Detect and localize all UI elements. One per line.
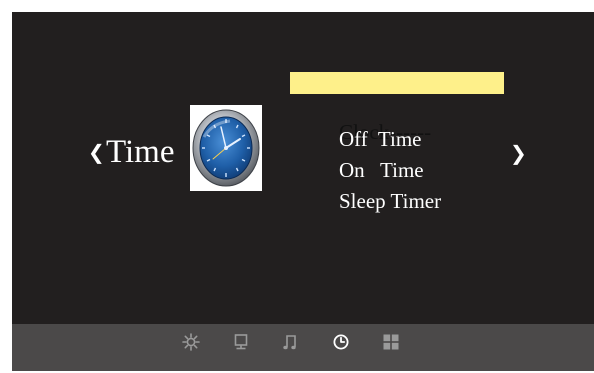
menu-item-off-time[interactable]: Off Time — [290, 103, 530, 151]
section-title: Time — [106, 134, 175, 170]
analog-clock-icon — [190, 105, 262, 191]
menu-panel: ❮ Time Clock------ Off Time On Time Slee… — [12, 12, 594, 324]
next-arrow-icon[interactable]: ❯ — [510, 143, 527, 163]
menu-item-sleep-timer[interactable]: Sleep Timer — [290, 165, 530, 213]
selection-highlight — [290, 72, 504, 94]
music-note-icon[interactable] — [280, 332, 300, 352]
setup-grid-icon[interactable] — [381, 332, 401, 352]
time-menu-list: Clock------ Off Time On Time Sleep Timer — [290, 72, 530, 213]
picture-settings-icon[interactable] — [181, 332, 201, 352]
menu-item-clock[interactable]: Clock------ — [290, 72, 530, 144]
bottom-nav-bar — [12, 324, 594, 371]
osd-menu: ❮ Time Clock------ Off Time On Time Slee… — [12, 12, 594, 371]
screen-icon[interactable] — [231, 332, 251, 352]
clock-icon[interactable] — [331, 332, 351, 352]
menu-item-label: Sleep Timer — [339, 189, 442, 213]
previous-arrow-icon[interactable]: ❮ — [88, 142, 105, 162]
menu-item-on-time[interactable]: On Time — [290, 134, 530, 182]
